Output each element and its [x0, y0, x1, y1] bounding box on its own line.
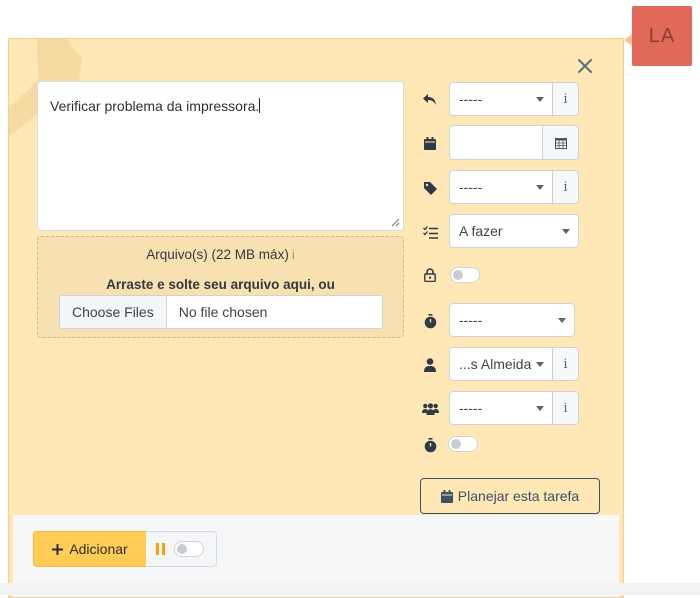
chevron-down-icon — [558, 318, 566, 323]
pause-toggle[interactable] — [174, 541, 204, 557]
file-dropzone[interactable]: Arquivo(s) (22 MB máx) i Arraste e solte … — [37, 236, 404, 338]
avatar-pointer — [624, 34, 632, 46]
tag-icon — [420, 178, 440, 198]
chevron-down-icon — [536, 185, 544, 190]
close-button[interactable] — [575, 55, 595, 77]
stopwatch-icon — [420, 435, 440, 455]
upload-title-text: Arquivo(s) (22 MB máx) — [146, 247, 289, 262]
task-panel: Verificar problema da impressora. Arquiv… — [8, 38, 624, 598]
lock-toggle[interactable] — [450, 267, 480, 283]
add-button[interactable]: Adicionar — [33, 531, 147, 567]
date-picker-button[interactable] — [542, 125, 579, 160]
description-textarea[interactable]: Verificar problema da impressora. — [37, 81, 404, 231]
calendar-grid-icon — [554, 137, 567, 149]
assignee-select[interactable]: ...s Almeida — [449, 347, 553, 381]
reply-icon — [420, 90, 440, 110]
upload-title: Arquivo(s) (22 MB máx) i — [38, 247, 403, 262]
avatar[interactable]: LA — [632, 6, 692, 66]
reply-info-button[interactable]: i — [552, 82, 579, 116]
team-select-value: ----- — [459, 400, 483, 416]
chevron-down-icon — [562, 229, 570, 234]
page-bottom-bar — [0, 583, 700, 595]
add-button-label: Adicionar — [69, 541, 128, 557]
plan-task-button[interactable]: Planejar esta tarefa — [420, 478, 600, 514]
team-select[interactable]: ----- — [449, 391, 553, 425]
stopwatch-icon — [420, 311, 440, 331]
tag-info-button[interactable]: i — [552, 170, 579, 204]
tag-select[interactable]: ----- — [449, 170, 553, 204]
timer-select[interactable]: ----- — [449, 303, 575, 337]
lock-icon — [420, 265, 440, 285]
drop-hint: Arraste e solte seu arquivo aqui, ou — [106, 277, 335, 292]
timer-toggle[interactable] — [448, 436, 478, 452]
status-select[interactable]: A fazer — [449, 214, 579, 248]
resize-grip-icon[interactable] — [391, 218, 400, 227]
chevron-down-icon — [536, 362, 544, 367]
pause-control[interactable] — [146, 531, 217, 567]
team-info-button[interactable]: i — [552, 391, 579, 425]
user-icon — [420, 355, 440, 375]
close-icon — [578, 59, 592, 73]
calendar-icon — [420, 133, 440, 153]
timer-select-value: ----- — [459, 312, 483, 328]
pause-icon[interactable] — [156, 543, 166, 555]
plus-icon — [52, 543, 64, 555]
text-caret — [259, 98, 261, 113]
users-icon — [420, 399, 440, 419]
assignee-select-value: ...s Almeida — [459, 356, 532, 372]
chevron-down-icon — [536, 97, 544, 102]
checklist-icon — [420, 222, 440, 242]
assignee-info-button[interactable]: i — [552, 347, 579, 381]
tag-select-value: ----- — [459, 179, 483, 195]
description-text: Verificar problema da impressora. — [50, 98, 260, 114]
reply-select-value: ----- — [459, 91, 483, 107]
file-input[interactable]: Choose Files No file chosen — [59, 295, 383, 329]
file-status: No file chosen — [178, 304, 268, 320]
chevron-down-icon — [536, 406, 544, 411]
info-icon[interactable]: i — [292, 247, 295, 262]
calendar-icon — [440, 489, 453, 503]
choose-files-button[interactable]: Choose Files — [60, 296, 167, 328]
date-input[interactable] — [449, 125, 543, 160]
reply-select[interactable]: ----- — [449, 82, 553, 116]
plan-task-label: Planejar esta tarefa — [457, 488, 580, 504]
status-select-value: A fazer — [459, 223, 503, 239]
